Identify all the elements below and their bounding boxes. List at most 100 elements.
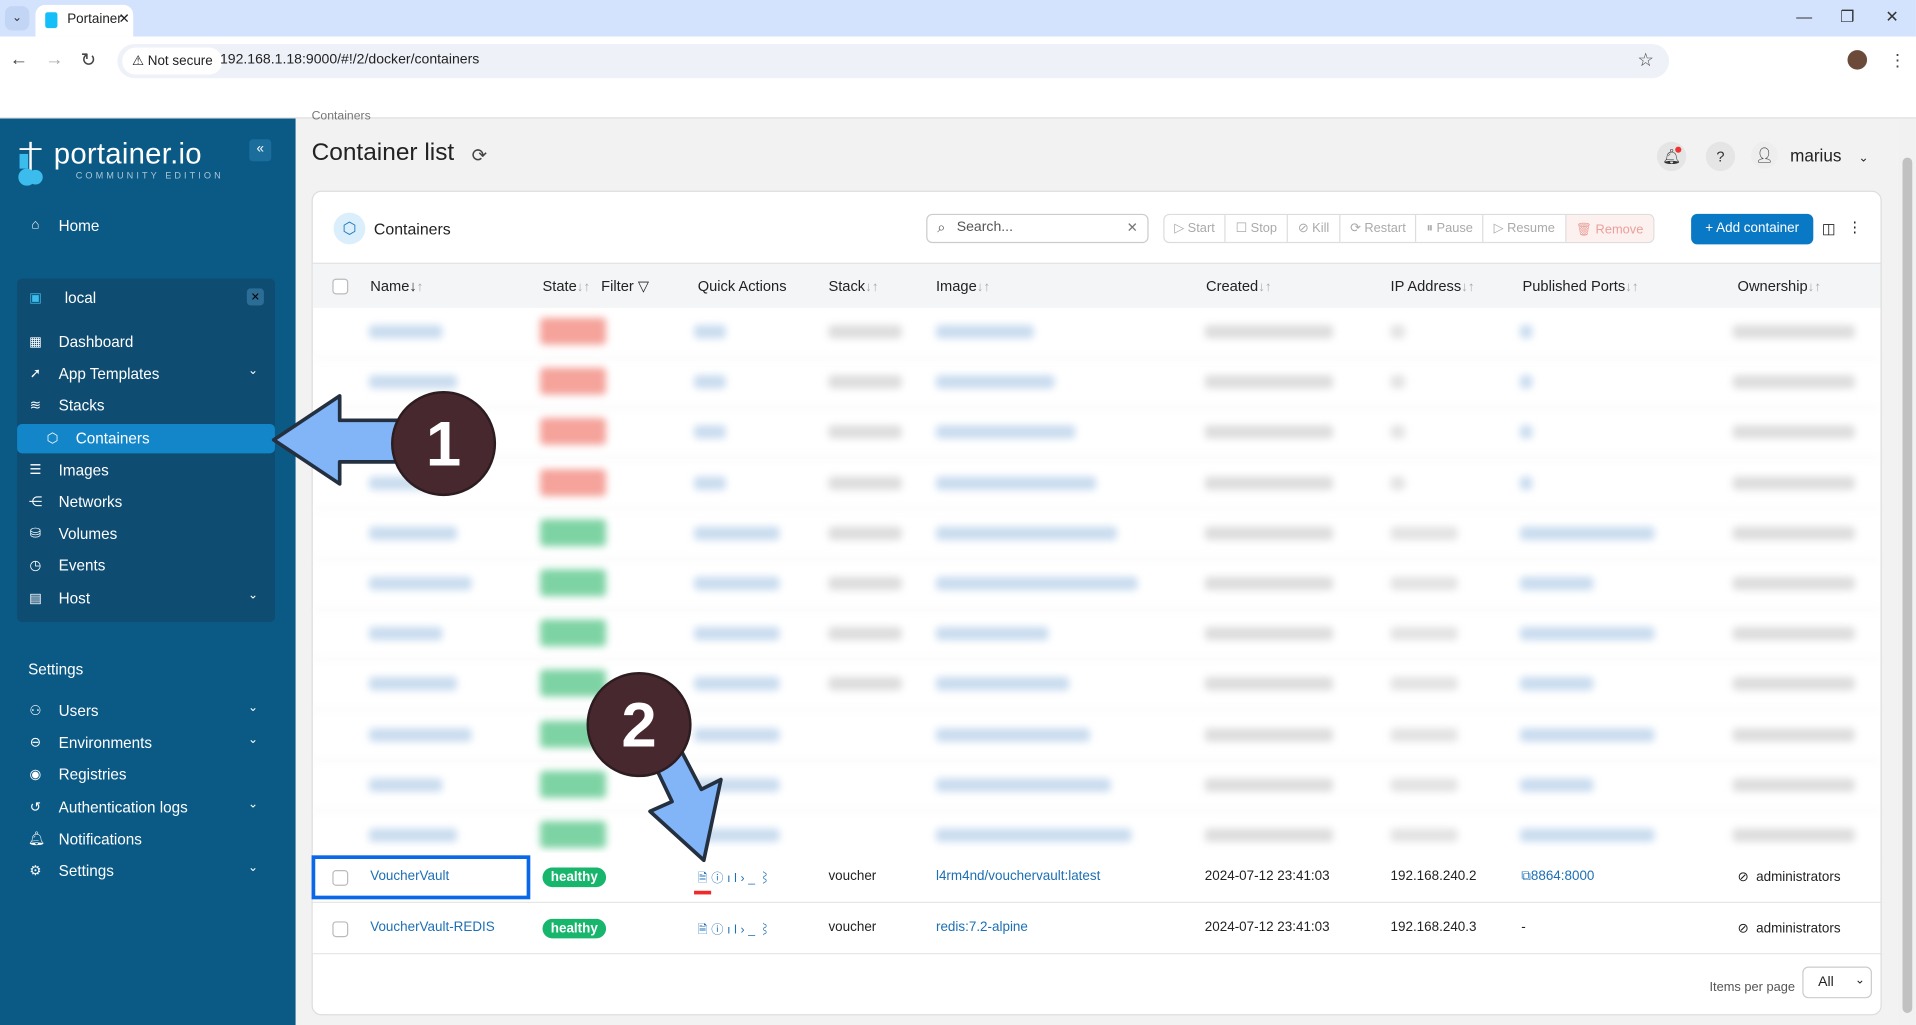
sidebar-item-home[interactable]: ⌂ Home bbox=[0, 211, 296, 240]
inspect-icon[interactable]: ⓘ bbox=[711, 923, 727, 936]
reload-icon[interactable]: ↻ bbox=[81, 49, 96, 71]
url-text[interactable]: 192.168.1.18:9000/#!/2/docker/containers bbox=[220, 53, 479, 68]
sidebar-item-environments[interactable]: ⊖ Environments ⌄ bbox=[0, 728, 296, 757]
profile-avatar[interactable] bbox=[1847, 50, 1868, 70]
sidebar-item-label: Environments bbox=[58, 734, 153, 752]
forward-icon[interactable]: → bbox=[45, 49, 63, 70]
column-created[interactable]: Created↓↑ bbox=[1206, 277, 1272, 294]
image-link[interactable]: redis:7.2-alpine bbox=[936, 919, 1028, 934]
back-icon[interactable]: ← bbox=[10, 49, 28, 70]
column-image[interactable]: Image↓↑ bbox=[936, 277, 990, 294]
ip-address-cell: 192.168.240.3 bbox=[1390, 919, 1477, 935]
security-chip[interactable]: ⚠ Not secure bbox=[122, 47, 223, 75]
close-environment-button[interactable]: ✕ bbox=[246, 288, 264, 306]
column-ip-address[interactable]: IP Address↓↑ bbox=[1391, 277, 1475, 294]
row-checkbox[interactable] bbox=[332, 920, 349, 937]
table-row: VoucherVault healthy 🗎︎ⓘıl›_⌇ voucher l4… bbox=[312, 852, 1881, 903]
state-filter[interactable]: Filter ▽ bbox=[601, 277, 649, 294]
tab-search-button[interactable]: ⌄ bbox=[4, 6, 30, 31]
search-input[interactable]: ⌕ Search... ✕ bbox=[926, 213, 1149, 244]
browser-menu-icon[interactable]: ⋮ bbox=[1889, 50, 1906, 71]
user-menu[interactable]: marius ⌄ bbox=[1790, 145, 1869, 165]
sidebar-item-authentication-logs[interactable]: ↺ Authentication logs ⌄ bbox=[0, 793, 296, 822]
image-link[interactable]: l4rm4nd/vouchervault:latest bbox=[936, 869, 1100, 884]
attach-icon[interactable]: ⌇ bbox=[759, 872, 775, 885]
sidebar-item-host[interactable]: ▤ Host ⌄ bbox=[0, 584, 296, 613]
sidebar-item-dashboard[interactable]: ▦ Dashboard bbox=[0, 327, 296, 356]
eye-off-icon: ⊘ bbox=[1737, 869, 1749, 885]
scrollbar-thumb[interactable] bbox=[1902, 157, 1913, 1013]
bookmarks-area bbox=[0, 83, 1916, 119]
logo-text: portainer.io bbox=[53, 138, 202, 172]
highlight-box bbox=[311, 855, 531, 900]
column-ownership[interactable]: Ownership↓↑ bbox=[1738, 277, 1822, 294]
collapse-sidebar-button[interactable]: « bbox=[249, 139, 272, 162]
column-published-ports[interactable]: Published Ports↓↑ bbox=[1522, 277, 1638, 294]
sidebar-item-notifications[interactable]: 🔔︎ Notifications bbox=[0, 825, 296, 854]
items-per-page-select[interactable]: All ⌄ bbox=[1802, 966, 1872, 999]
close-window-icon[interactable]: ✕ bbox=[1885, 7, 1898, 27]
sort-icon: ↓↑ bbox=[1807, 279, 1822, 295]
logs-underline-marker bbox=[694, 890, 712, 895]
stats-icon[interactable]: ıl bbox=[727, 872, 740, 885]
sidebar-item-networks[interactable]: ⋲ Networks bbox=[0, 488, 296, 517]
column-state[interactable]: State↓↑ bbox=[543, 277, 591, 294]
inspect-icon[interactable]: ⓘ bbox=[711, 872, 727, 885]
chevron-down-icon: ⌄ bbox=[248, 364, 259, 378]
console-icon[interactable]: ›_ bbox=[741, 923, 759, 936]
column-stack[interactable]: Stack↓↑ bbox=[828, 277, 878, 294]
restart-button[interactable]: ⟳ Restart bbox=[1340, 215, 1417, 242]
stack-cell: voucher bbox=[828, 919, 877, 935]
more-options-icon[interactable]: ⋮ bbox=[1848, 219, 1863, 236]
stack-cell: voucher bbox=[828, 868, 877, 884]
column-label: IP Address bbox=[1390, 277, 1462, 295]
bookmark-star-icon[interactable]: ☆ bbox=[1637, 49, 1653, 71]
sidebar-item-images[interactable]: ☰ Images bbox=[0, 456, 296, 485]
clear-search-icon[interactable]: ✕ bbox=[1127, 220, 1138, 236]
breadcrumb[interactable]: Containers bbox=[312, 110, 371, 123]
notifications-bell-icon[interactable]: 🔔︎ bbox=[1656, 141, 1687, 172]
sidebar-item-label: App Templates bbox=[58, 365, 160, 383]
attach-icon[interactable]: ⌇ bbox=[759, 923, 775, 936]
blurred-table-row bbox=[312, 308, 1881, 359]
restart-icon: ⟳ bbox=[1350, 221, 1361, 236]
select-all-checkbox[interactable] bbox=[332, 278, 349, 295]
published-port-link[interactable]: ⧉8864:8000 bbox=[1521, 869, 1594, 885]
minimize-icon[interactable]: — bbox=[1796, 7, 1812, 25]
column-name[interactable]: Name↓↑ bbox=[370, 277, 423, 294]
sidebar-item-users[interactable]: ⚇ Users ⌄ bbox=[0, 696, 296, 725]
column-label: Created bbox=[1206, 277, 1259, 295]
stats-icon[interactable]: ıl bbox=[727, 923, 740, 936]
action-label: Stop bbox=[1250, 221, 1278, 236]
created-cell: 2024-07-12 23:41:03 bbox=[1204, 919, 1330, 935]
columns-icon[interactable]: ◫ bbox=[1822, 220, 1836, 237]
remove-button[interactable]: 🗑︎ Remove bbox=[1565, 215, 1654, 242]
resume-button[interactable]: ▷ Resume bbox=[1484, 215, 1566, 242]
container-name-link[interactable]: VoucherVault-REDIS bbox=[370, 919, 495, 934]
console-icon[interactable]: ›_ bbox=[741, 872, 759, 885]
kill-button[interactable]: ⊘ Kill bbox=[1288, 215, 1341, 242]
stop-button[interactable]: ☐ Stop bbox=[1226, 215, 1289, 242]
sidebar-item-settings[interactable]: ⚙ Settings ⌄ bbox=[0, 857, 296, 886]
sort-icon: ↓↑ bbox=[1461, 279, 1475, 295]
sidebar-item-app-templates[interactable]: ➚ App Templates ⌄ bbox=[0, 359, 296, 388]
help-icon[interactable]: ? bbox=[1705, 141, 1736, 172]
start-button[interactable]: ▷ Start bbox=[1164, 215, 1226, 242]
logs-icon[interactable]: 🗎︎ bbox=[698, 872, 711, 885]
sidebar-item-containers[interactable]: ⬡ Containers bbox=[17, 423, 275, 453]
sidebar-item-volumes[interactable]: ⛁ Volumes bbox=[0, 520, 296, 549]
sidebar-item-registries[interactable]: ◉ Registries bbox=[0, 760, 296, 789]
page-scrollbar[interactable] bbox=[1897, 118, 1916, 1025]
close-tab-icon[interactable]: ✕ bbox=[119, 11, 130, 27]
logs-icon[interactable]: 🗎︎ bbox=[698, 923, 711, 936]
annotation-step-2: 2 bbox=[586, 672, 692, 778]
refresh-icon[interactable]: ⟳ bbox=[472, 144, 487, 166]
restore-icon[interactable]: ❐ bbox=[1840, 7, 1854, 27]
sidebar-item-stacks[interactable]: ≋ Stacks bbox=[0, 391, 296, 420]
sort-icon: ↓↑ bbox=[865, 279, 879, 295]
browser-tab[interactable]: Portainer ✕ bbox=[35, 4, 134, 37]
add-container-button[interactable]: + Add container bbox=[1691, 213, 1814, 245]
pause-button[interactable]: ⏸ Pause bbox=[1417, 215, 1484, 242]
bell-icon: 🔔︎ bbox=[28, 831, 46, 847]
sidebar-item-events[interactable]: ◷ Events bbox=[0, 552, 296, 581]
